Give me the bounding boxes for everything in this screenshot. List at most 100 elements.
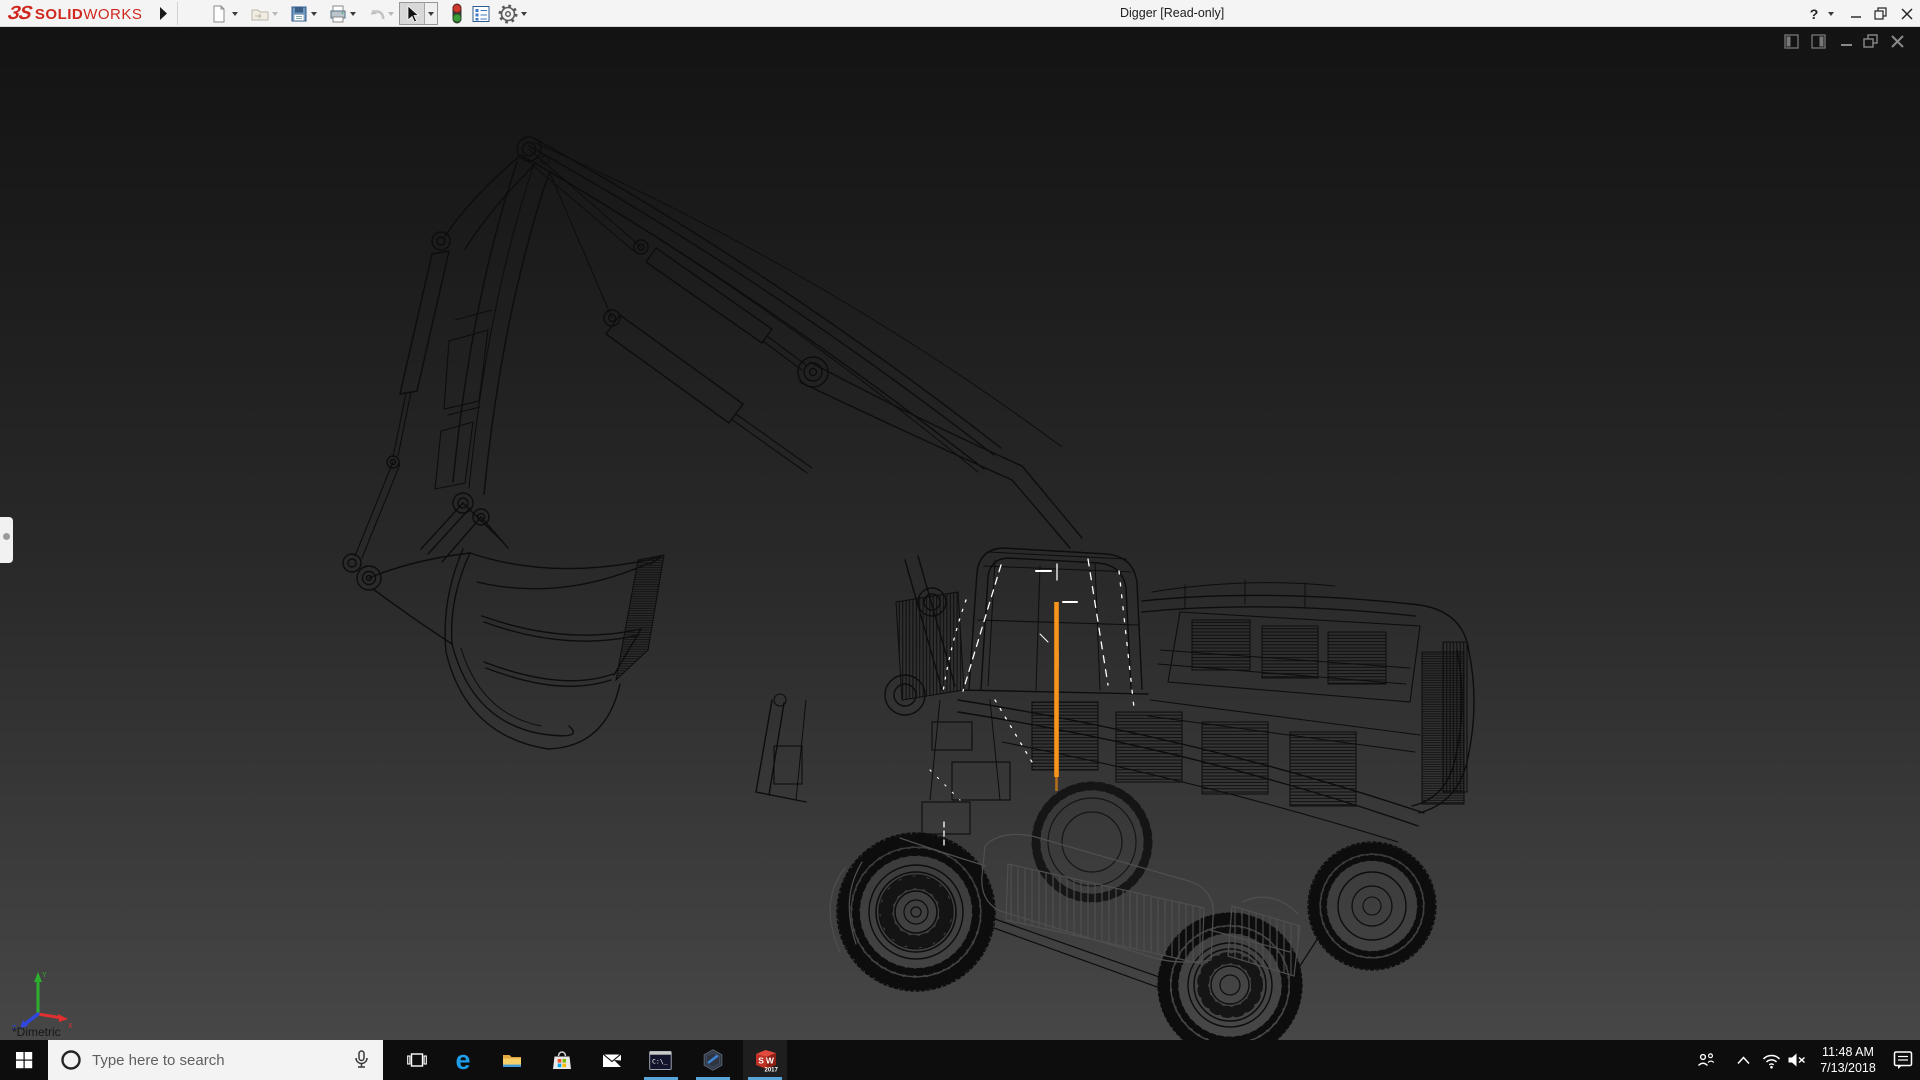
people-button[interactable] [1688, 1040, 1724, 1080]
gear-icon [498, 4, 518, 24]
task-view-button[interactable] [395, 1040, 439, 1080]
mail-button[interactable] [590, 1040, 634, 1080]
print-button[interactable] [327, 2, 349, 25]
toolbar-expand-button[interactable] [155, 3, 172, 24]
doc-minimize-button[interactable] [1837, 32, 1855, 50]
orientation-triad: Y X Z [8, 948, 92, 1032]
app-close-button[interactable] [1897, 4, 1917, 23]
file-explorer-button[interactable] [490, 1040, 534, 1080]
undo-dropdown[interactable] [388, 12, 394, 19]
open-folder-icon [251, 5, 270, 23]
wifi-icon [1762, 1052, 1781, 1069]
select-tool-group [399, 2, 438, 25]
select-cursor-icon [400, 3, 425, 24]
open-dropdown[interactable] [272, 12, 278, 19]
command-prompt-icon: C:\_ [649, 1050, 672, 1071]
task-view-icon [407, 1051, 427, 1069]
sw-icon-year: 2017 [764, 1068, 778, 1074]
wheel-rear-right[interactable] [1308, 842, 1436, 970]
microsoft-store-button[interactable] [540, 1040, 584, 1080]
ds-logo-mark: ЗS [5, 0, 34, 27]
tray-overflow-button[interactable] [1728, 1040, 1758, 1080]
properties-list-icon [472, 5, 490, 23]
minimize-icon [1850, 8, 1862, 20]
help-button[interactable]: ? [1804, 4, 1824, 23]
digger-wireframe-model[interactable] [343, 137, 1474, 1040]
display-settings-button[interactable] [470, 2, 492, 25]
select-tool-dropdown[interactable] [428, 12, 434, 19]
solidworks-taskbar-button[interactable]: SW 2017 [743, 1040, 787, 1080]
new-document-button[interactable] [208, 2, 230, 25]
cmd-prompt-text: C:\_ [652, 1057, 668, 1065]
hexagon-app-icon [702, 1049, 724, 1071]
flyout-arrow-icon [159, 7, 168, 20]
triad-x-label: X [68, 1023, 73, 1030]
doc-close-icon [1891, 35, 1904, 48]
panel-flyout-tab[interactable] [0, 517, 13, 563]
print-icon [329, 5, 347, 23]
people-icon [1697, 1052, 1716, 1068]
save-dropdown[interactable] [311, 12, 317, 19]
edge-icon: e [455, 1047, 470, 1074]
save-button[interactable] [288, 2, 310, 25]
hexagon-app-button[interactable] [691, 1040, 735, 1080]
wheel-front-left[interactable] [837, 833, 995, 991]
cortana-icon [60, 1049, 82, 1071]
start-button[interactable] [0, 1040, 48, 1080]
microphone-icon[interactable] [352, 1050, 371, 1070]
new-document-icon [210, 5, 228, 23]
traffic-light-icon [448, 3, 466, 25]
titlebar: ЗSSOLIDWORKS [0, 0, 1920, 27]
triad-y-label: Y [42, 972, 47, 979]
taskbar: e [0, 1040, 1920, 1080]
mail-icon [602, 1052, 622, 1069]
clock-time: 11:48 AM [1806, 1044, 1890, 1060]
help-dropdown[interactable] [1828, 12, 1834, 19]
options-button[interactable] [497, 2, 519, 25]
print-dropdown[interactable] [350, 12, 356, 19]
clock-date: 7/13/2018 [1806, 1060, 1890, 1076]
doc-restore-icon [1863, 34, 1879, 48]
speaker-muted-icon [1788, 1052, 1806, 1068]
app-restore-button[interactable] [1871, 4, 1891, 23]
new-document-dropdown[interactable] [232, 12, 238, 19]
model-canvas[interactable] [0, 27, 1920, 1040]
windows-logo-icon [15, 1051, 33, 1069]
app-minimize-button[interactable] [1846, 4, 1866, 23]
rebuild-button[interactable] [446, 2, 468, 25]
open-button[interactable] [249, 2, 271, 25]
search-input[interactable] [92, 1052, 352, 1069]
pane-right-icon [1811, 34, 1826, 49]
undo-button[interactable] [366, 2, 388, 25]
doc-pane-left-button[interactable] [1782, 32, 1800, 50]
select-tool-button[interactable] [400, 3, 425, 24]
taskbar-search[interactable] [48, 1040, 383, 1080]
3d-viewport[interactable]: Y X Z *Dimetric [0, 27, 1920, 1040]
solidworks-logo: ЗSSOLIDWORKS [8, 0, 142, 27]
solidworks-app-icon: SW 2017 [752, 1047, 779, 1073]
doc-minimize-icon [1840, 35, 1853, 48]
doc-restore-button[interactable] [1862, 32, 1880, 50]
close-icon [1901, 8, 1913, 20]
options-dropdown[interactable] [521, 12, 527, 19]
pane-left-icon [1784, 34, 1799, 49]
doc-close-button[interactable] [1888, 32, 1906, 50]
action-center-icon [1893, 1050, 1915, 1071]
clock[interactable]: 11:48 AM 7/13/2018 [1806, 1044, 1890, 1076]
panel-flyout-knob [3, 533, 10, 540]
edge-browser-button[interactable]: e [441, 1040, 485, 1080]
view-orientation-label: *Dimetric [12, 1025, 61, 1039]
save-floppy-icon [290, 5, 308, 23]
solidworks-window: ЗSSOLIDWORKS [0, 0, 1920, 1080]
undo-icon [368, 5, 387, 23]
command-prompt-button[interactable]: C:\_ [638, 1040, 682, 1080]
window-title: Digger [Read-only] [1120, 6, 1224, 20]
brand-solid: SOLID [35, 6, 83, 23]
action-center-button[interactable] [1888, 1040, 1920, 1080]
restore-icon [1874, 7, 1888, 20]
file-explorer-icon [502, 1051, 522, 1069]
microsoft-store-icon [552, 1050, 572, 1070]
doc-pane-right-button[interactable] [1809, 32, 1827, 50]
chevron-up-icon [1737, 1056, 1750, 1065]
toolbar-separator [177, 2, 178, 25]
